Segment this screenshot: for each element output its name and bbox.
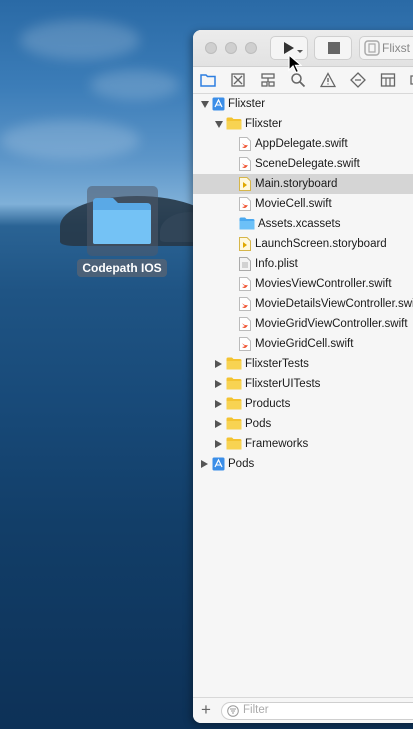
minimize-button[interactable]	[225, 42, 237, 54]
disclosure-closed-icon[interactable]	[215, 400, 222, 408]
tree-row[interactable]: Frameworks	[193, 434, 413, 454]
tree-row[interactable]: Flixster	[193, 94, 413, 114]
tree-row-label: FlixsterTests	[245, 358, 309, 370]
tree-row[interactable]: Flixster	[193, 114, 413, 134]
symbol-navigator-icon[interactable]	[260, 72, 276, 88]
filter-icon	[227, 705, 239, 717]
tree-row[interactable]: FlixsterTests	[193, 354, 413, 374]
scheme-icon	[364, 40, 380, 56]
mouse-pointer-icon	[288, 54, 302, 74]
tree-row-label: MovieDetailsViewController.swift	[255, 298, 413, 310]
tree-row[interactable]: Products	[193, 394, 413, 414]
tree-row-label: Assets.xcassets	[258, 218, 341, 230]
tree-row[interactable]: Pods	[193, 454, 413, 474]
tree-row[interactable]: Pods	[193, 414, 413, 434]
tree-row[interactable]: LaunchScreen.storyboard	[193, 234, 413, 254]
tree-row-label: MovieGridViewController.swift	[255, 318, 408, 330]
close-button[interactable]	[205, 42, 217, 54]
tree-row-label: FlixsterUITests	[245, 378, 321, 390]
filter-placeholder: Filter	[243, 704, 269, 716]
stop-button[interactable]	[314, 36, 352, 60]
tree-row[interactable]: MovieDetailsViewController.swift	[193, 294, 413, 314]
disclosure-closed-icon[interactable]	[215, 440, 222, 448]
disclosure-closed-icon[interactable]	[215, 360, 222, 368]
filter-bar: + Filter	[193, 697, 413, 723]
tree-row[interactable]: Main.storyboard	[193, 174, 413, 194]
search-icon[interactable]	[290, 72, 306, 88]
test-navigator-icon[interactable]	[350, 72, 366, 88]
tree-row[interactable]: MovieGridCell.swift	[193, 334, 413, 354]
titlebar: Flixst	[193, 30, 413, 67]
desktop-folder[interactable]: Codepath IOS	[77, 186, 167, 278]
tree-row[interactable]: MoviesViewController.swift	[193, 274, 413, 294]
tree-row[interactable]: MovieGridViewController.swift	[193, 314, 413, 334]
tree-row-label: Main.storyboard	[255, 178, 338, 190]
tree-row[interactable]: FlixsterUITests	[193, 374, 413, 394]
disclosure-closed-icon[interactable]	[201, 460, 208, 468]
tree-row[interactable]: AppDelegate.swift	[193, 134, 413, 154]
tree-row-label: Flixster	[228, 98, 266, 110]
filter-input[interactable]: Filter	[221, 702, 413, 720]
tree-row[interactable]: Info.plist	[193, 254, 413, 274]
tree-row[interactable]: SceneDelegate.swift	[193, 154, 413, 174]
tree-row-label: AppDelegate.swift	[255, 138, 348, 150]
scheme-label: Flixst	[382, 41, 410, 55]
xcode-window: Flixst Flixster Flixster AppDelegate.swi…	[193, 30, 413, 723]
tree-row-label: Frameworks	[245, 438, 309, 450]
tree-row-label: Products	[245, 398, 291, 410]
tree-row-label: Info.plist	[255, 258, 298, 270]
desktop-folder-label: Codepath IOS	[77, 259, 167, 277]
tree-row[interactable]: Assets.xcassets	[193, 214, 413, 234]
project-navigator-icon[interactable]	[200, 72, 216, 88]
tree-row-label: Pods	[245, 418, 272, 430]
project-icon	[212, 457, 225, 478]
tree-row-label: LaunchScreen.storyboard	[255, 238, 387, 250]
disclosure-closed-icon[interactable]	[215, 420, 222, 428]
scheme-selector[interactable]: Flixst	[359, 36, 413, 60]
debug-navigator-icon[interactable]	[380, 72, 396, 88]
navigator-selector-bar	[193, 67, 413, 94]
zoom-button[interactable]	[245, 42, 257, 54]
disclosure-closed-icon[interactable]	[215, 380, 222, 388]
tree-row-label: SceneDelegate.swift	[255, 158, 360, 170]
tree-row-label: Flixster	[245, 118, 283, 130]
tree-row[interactable]: MovieCell.swift	[193, 194, 413, 214]
tree-row-label: Pods	[228, 458, 255, 470]
source-control-navigator-icon[interactable]	[230, 72, 246, 88]
tree-row-label: MovieCell.swift	[255, 198, 332, 210]
folder-icon	[93, 198, 151, 244]
disclosure-open-icon[interactable]	[201, 101, 209, 108]
stop-icon	[328, 42, 340, 54]
issue-navigator-icon[interactable]	[320, 72, 336, 88]
tree-row-label: MoviesViewController.swift	[255, 278, 392, 290]
add-icon[interactable]: +	[201, 700, 211, 720]
disclosure-open-icon[interactable]	[215, 121, 223, 128]
tree-row-label: MovieGridCell.swift	[255, 338, 354, 350]
